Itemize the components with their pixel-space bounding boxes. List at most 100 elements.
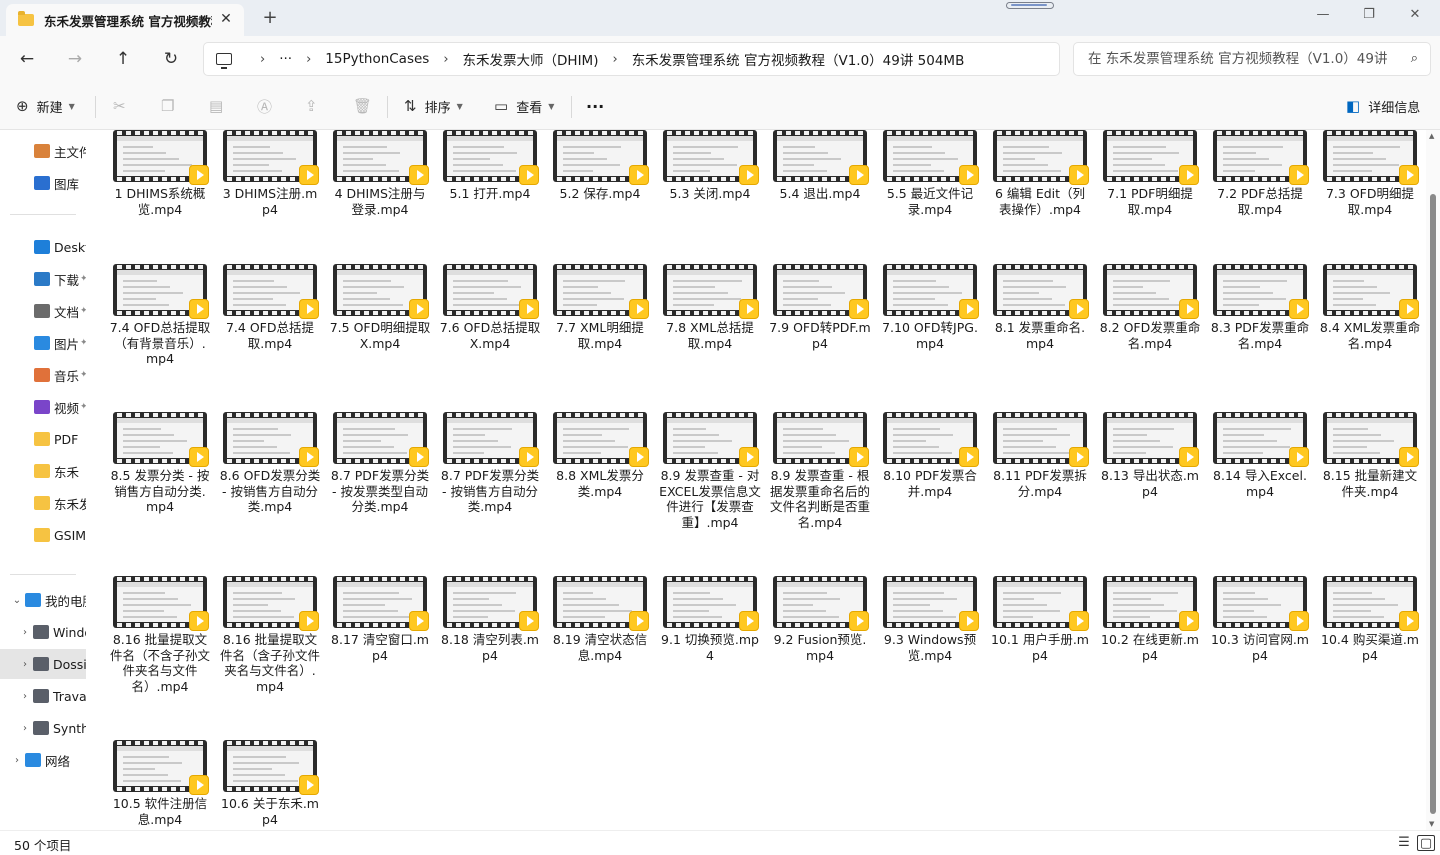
- forward-button[interactable]: →: [61, 45, 89, 73]
- file-item[interactable]: 7.4 OFD总括提取（有背景音乐）.mp4: [105, 264, 215, 367]
- sidebar-item[interactable]: 文档 ✦: [0, 296, 86, 326]
- sidebar-item[interactable]: 东禾: [0, 456, 86, 486]
- file-item[interactable]: 5.1 打开.mp4: [435, 130, 545, 202]
- file-item[interactable]: 8.1 发票重命名.mp4: [985, 264, 1095, 351]
- file-item[interactable]: 7.5 OFD明细提取X.mp4: [325, 264, 435, 351]
- maximize-button[interactable]: ❐: [1346, 4, 1392, 28]
- back-button[interactable]: ←: [13, 45, 41, 73]
- file-item[interactable]: 8.18 清空列表.mp4: [435, 576, 545, 663]
- close-window-button[interactable]: ✕: [1392, 4, 1438, 28]
- file-item[interactable]: 8.10 PDF发票合并.mp4: [875, 412, 985, 499]
- file-item[interactable]: 7.2 PDF总括提取.mp4: [1205, 130, 1315, 217]
- file-item[interactable]: 8.7 PDF发票分类 - 按销售方自动分类.mp4: [435, 412, 545, 515]
- file-item[interactable]: 7.4 OFD总括提取.mp4: [215, 264, 325, 351]
- sidebar-item[interactable]: › Travail (E:): [0, 681, 86, 711]
- file-item[interactable]: 8.15 批量新建文件夹.mp4: [1315, 412, 1425, 499]
- file-item[interactable]: 3 DHIMS注册.mp4: [215, 130, 325, 217]
- file-item[interactable]: 7.9 OFD转PDF.mp4: [765, 264, 875, 351]
- scroll-up-icon[interactable]: ▲: [1429, 132, 1434, 140]
- file-item[interactable]: 7.6 OFD总括提取X.mp4: [435, 264, 545, 351]
- sidebar-item[interactable]: 下载 ✦: [0, 264, 86, 294]
- file-item[interactable]: 4 DHIMS注册与登录.mp4: [325, 130, 435, 217]
- breadcrumb-item[interactable]: 东禾发票管理系统 官方视频教程（V1.0）49讲 504MB: [632, 49, 965, 69]
- new-tab-button[interactable]: +: [260, 8, 280, 28]
- paste-button[interactable]: ▤: [209, 94, 231, 118]
- file-item[interactable]: 10.6 关于东禾.mp4: [215, 740, 325, 827]
- breadcrumb-item[interactable]: 东禾发票大师（DHIM): [463, 49, 599, 69]
- list-view-icon[interactable]: ☰: [1395, 835, 1413, 851]
- file-item[interactable]: 9.3 Windows预览.mp4: [875, 576, 985, 663]
- chevron-down-icon[interactable]: ⌄: [9, 595, 25, 606]
- minimize-button[interactable]: —: [1300, 4, 1346, 28]
- more-options-button[interactable]: ···: [586, 94, 604, 118]
- share-button[interactable]: ⇪: [305, 94, 326, 118]
- delete-button[interactable]: 🗑: [353, 94, 380, 118]
- file-item[interactable]: 6 编辑 Edit（列表操作）.mp4: [985, 130, 1095, 217]
- sidebar-item[interactable]: 东禾发票: [0, 488, 86, 518]
- sidebar-item[interactable]: 音乐 ✦: [0, 360, 86, 390]
- chevron-right-icon[interactable]: ›: [9, 755, 25, 766]
- file-item[interactable]: 8.19 清空状态信息.mp4: [545, 576, 655, 663]
- scrollbar-thumb[interactable]: [1430, 194, 1436, 814]
- chevron-right-icon[interactable]: ›: [17, 691, 33, 702]
- file-item[interactable]: 8.14 导入Excel.mp4: [1205, 412, 1315, 499]
- file-item[interactable]: 7.7 XML明细提取.mp4: [545, 264, 655, 351]
- snap-handle-icon[interactable]: [1006, 2, 1054, 9]
- file-item[interactable]: 10.4 购买渠道.mp4: [1315, 576, 1425, 663]
- sidebar-item[interactable]: › Dossier (D:): [0, 649, 86, 679]
- scroll-down-icon[interactable]: ▼: [1429, 820, 1434, 828]
- vertical-scrollbar[interactable]: ▲ ▼: [1426, 130, 1440, 830]
- file-item[interactable]: 9.2 Fusion预览.mp4: [765, 576, 875, 663]
- file-item[interactable]: 9.1 切换预览.mp4: [655, 576, 765, 663]
- sidebar-item[interactable]: › Windows (C:): [0, 617, 86, 647]
- up-button[interactable]: ↑: [109, 45, 137, 73]
- search-input[interactable]: 在 东禾发票管理系统 官方视频教程（V1.0）49讲 ⌕: [1073, 42, 1431, 76]
- file-item[interactable]: 8.5 发票分类 - 按销售方自动分类.mp4: [105, 412, 215, 515]
- file-item[interactable]: 8.8 XML发票分类.mp4: [545, 412, 655, 499]
- address-bar[interactable]: › ··· › 15PythonCases › 东禾发票大师（DHIM) › 东…: [203, 42, 1060, 76]
- cut-button[interactable]: ✂: [113, 94, 134, 118]
- file-item[interactable]: 8.16 批量提取文件名（含子孙文件夹名与文件名）.mp4: [215, 576, 325, 694]
- file-item[interactable]: 8.6 OFD发票分类 - 按销售方自动分类.mp4: [215, 412, 325, 515]
- sidebar-item[interactable]: › Synthese (F:): [0, 713, 86, 743]
- sidebar-item[interactable]: 视频 ✦: [0, 392, 86, 422]
- sidebar-item[interactable]: ⌄ 我的电脑: [0, 585, 86, 615]
- chevron-right-icon[interactable]: ›: [17, 627, 33, 638]
- file-item[interactable]: 7.10 OFD转JPG.mp4: [875, 264, 985, 351]
- file-item[interactable]: 8.9 发票查重 - 对EXCEL发票信息文件进行【发票查重】.mp4: [655, 412, 765, 530]
- sidebar-item[interactable]: GSIMS: [0, 520, 86, 550]
- chevron-right-icon[interactable]: ›: [17, 659, 33, 670]
- file-item[interactable]: 7.1 PDF明细提取.mp4: [1095, 130, 1205, 217]
- file-item[interactable]: 7.3 OFD明细提取.mp4: [1315, 130, 1425, 217]
- file-item[interactable]: 8.16 批量提取文件名（不含子孙文件夹名与文件名）.mp4: [105, 576, 215, 694]
- file-item[interactable]: 5.4 退出.mp4: [765, 130, 875, 202]
- file-item[interactable]: 1 DHIMS系统概览.mp4: [105, 130, 215, 217]
- file-item[interactable]: 7.8 XML总括提取.mp4: [655, 264, 765, 351]
- file-item[interactable]: 5.5 最近文件记录.mp4: [875, 130, 985, 217]
- file-item[interactable]: 8.3 PDF发票重命名.mp4: [1205, 264, 1315, 351]
- file-item[interactable]: 8.13 导出状态.mp4: [1095, 412, 1205, 499]
- copy-button[interactable]: ❐: [161, 94, 182, 118]
- refresh-button[interactable]: ↻: [157, 45, 185, 73]
- view-button[interactable]: ▭ 查看 ▼: [494, 94, 554, 118]
- sidebar-item[interactable]: 主文件夹: [0, 136, 86, 166]
- file-item[interactable]: 8.2 OFD发票重命名.mp4: [1095, 264, 1205, 351]
- file-item[interactable]: 8.9 发票查重 - 根据发票重命名后的文件名判断是否重名.mp4: [765, 412, 875, 530]
- chevron-right-icon[interactable]: ›: [17, 723, 33, 734]
- file-item[interactable]: 5.2 保存.mp4: [545, 130, 655, 202]
- breadcrumb-overflow-button[interactable]: ···: [279, 51, 292, 67]
- details-pane-button[interactable]: ◧ 详细信息: [1346, 94, 1420, 118]
- file-item[interactable]: 10.2 在线更新.mp4: [1095, 576, 1205, 663]
- file-item[interactable]: 10.5 软件注册信息.mp4: [105, 740, 215, 827]
- tab-close-button[interactable]: ✕: [218, 11, 234, 27]
- rename-button[interactable]: Ⓐ: [257, 94, 280, 118]
- file-item[interactable]: 10.3 访问官网.mp4: [1205, 576, 1315, 663]
- sidebar-item[interactable]: Desktop✦: [0, 232, 86, 262]
- sidebar-item[interactable]: 图片 ✦: [0, 328, 86, 358]
- sidebar-item[interactable]: › 网络: [0, 745, 86, 775]
- file-item[interactable]: 8.17 清空窗口.mp4: [325, 576, 435, 663]
- file-item[interactable]: 8.7 PDF发票分类 - 按发票类型自动分类.mp4: [325, 412, 435, 515]
- breadcrumb-item[interactable]: 15PythonCases: [325, 51, 429, 67]
- file-item[interactable]: 8.4 XML发票重命名.mp4: [1315, 264, 1425, 351]
- tile-view-icon[interactable]: ▢: [1417, 835, 1435, 851]
